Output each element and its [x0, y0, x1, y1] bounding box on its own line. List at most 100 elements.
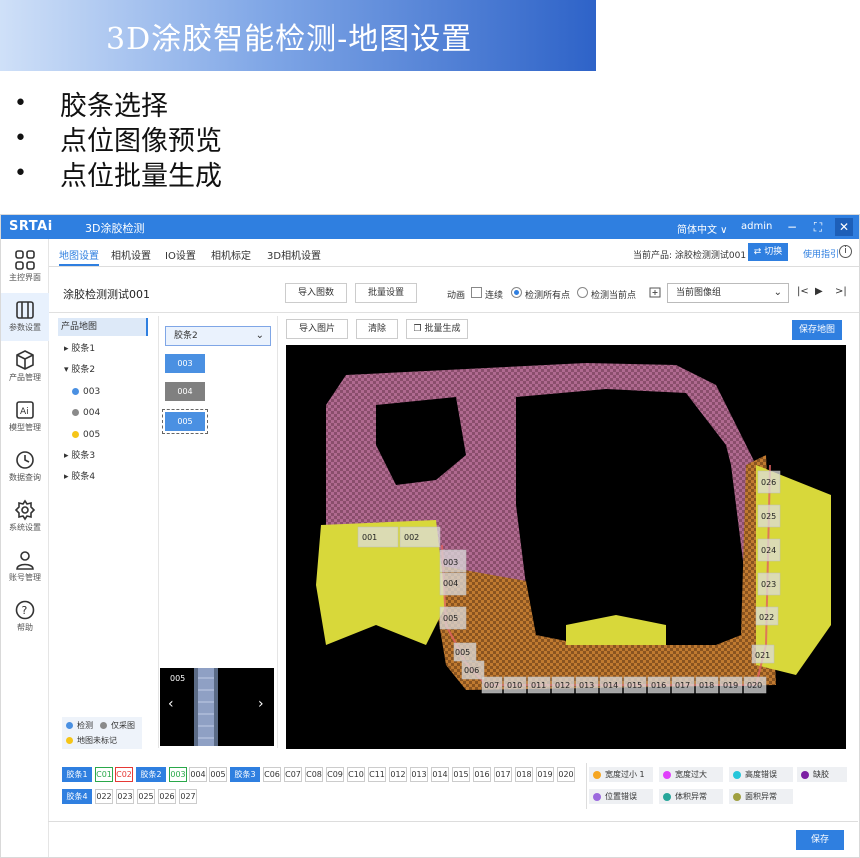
batch-generate-button[interactable]: ❐ 批量生成: [406, 319, 468, 339]
point-label[interactable]: 013: [579, 681, 594, 690]
map-canvas[interactable]: 001 002 003 004 005 005 006 007 010 011 …: [286, 345, 846, 749]
sidebar-item-models[interactable]: Ai 模型管理: [1, 393, 49, 441]
defect-type[interactable]: 位置错误: [589, 789, 653, 804]
save-button[interactable]: 保存: [796, 830, 844, 850]
point-chip[interactable]: 022: [95, 789, 113, 804]
close-icon[interactable]: ✕: [835, 218, 853, 236]
point-label[interactable]: 024: [761, 546, 776, 555]
sidebar-item-home[interactable]: 主控界面: [1, 243, 49, 291]
tree-item-strip3[interactable]: ▸ 胶条3: [64, 447, 95, 465]
info-icon[interactable]: i: [839, 245, 852, 258]
point-label[interactable]: 005: [443, 614, 458, 623]
save-map-button[interactable]: 保存地图: [792, 320, 842, 340]
group-chip[interactable]: 胶条1: [62, 767, 92, 782]
point-chip[interactable]: 004: [189, 767, 207, 782]
point-label[interactable]: 015: [627, 681, 642, 690]
tree-item-strip4[interactable]: ▸ 胶条4: [64, 468, 95, 486]
point-chip[interactable]: 027: [179, 789, 197, 804]
batch-settings-button[interactable]: 批量设置: [355, 283, 417, 303]
tree-item-point[interactable]: 003: [72, 383, 100, 401]
point-chip[interactable]: 005: [209, 767, 227, 782]
point-label[interactable]: 025: [761, 512, 776, 521]
group-chip[interactable]: 胶条3: [230, 767, 260, 782]
point-chip[interactable]: 016: [473, 767, 491, 782]
tree-item-strip2[interactable]: ▾ 胶条2: [64, 361, 95, 379]
point-button[interactable]: 003: [165, 354, 205, 373]
sidebar-item-help[interactable]: ? 帮助: [1, 593, 49, 641]
tab-io-settings[interactable]: IO设置: [165, 247, 196, 262]
group-chip[interactable]: 胶条2: [136, 767, 166, 782]
point-label[interactable]: 001: [362, 533, 377, 542]
detect-all-radio[interactable]: [511, 287, 522, 298]
language-select[interactable]: 简体中文 ∨: [677, 221, 728, 236]
point-chip[interactable]: 018: [515, 767, 533, 782]
user-name[interactable]: admin: [741, 221, 772, 232]
point-button[interactable]: 004: [165, 382, 205, 401]
last-frame-icon[interactable]: >|: [835, 286, 847, 297]
sidebar-item-system[interactable]: 系统设置: [1, 493, 49, 541]
point-label[interactable]: 003: [443, 558, 458, 567]
folder-add-icon[interactable]: [649, 286, 661, 298]
switch-product-button[interactable]: ⇄ 切换: [748, 243, 788, 261]
strip-select[interactable]: 胶条2 ⌄: [165, 326, 271, 346]
sidebar-item-accounts[interactable]: 账号管理: [1, 543, 49, 591]
point-chip[interactable]: 023: [116, 789, 134, 804]
point-chip[interactable]: C01: [95, 767, 113, 782]
clear-button[interactable]: 清除: [356, 319, 398, 339]
image-group-select[interactable]: 当前图像组 ⌄: [667, 283, 789, 303]
maximize-icon[interactable]: ⛶: [809, 218, 827, 236]
point-chip[interactable]: 013: [410, 767, 428, 782]
point-chip[interactable]: C09: [326, 767, 344, 782]
point-chip[interactable]: C11: [368, 767, 386, 782]
tree-item-point[interactable]: 004: [72, 404, 100, 422]
defect-type[interactable]: 面积异常: [729, 789, 793, 804]
point-label[interactable]: 005: [455, 648, 470, 657]
detect-current-radio[interactable]: [577, 287, 588, 298]
defect-type[interactable]: 高度错误: [729, 767, 793, 782]
point-chip[interactable]: 014: [431, 767, 449, 782]
usage-guide-link[interactable]: 使用指引: [803, 247, 839, 260]
continuous-checkbox[interactable]: [471, 287, 482, 298]
point-chip[interactable]: 019: [536, 767, 554, 782]
defect-type[interactable]: 体积异常: [659, 789, 723, 804]
point-label[interactable]: 012: [555, 681, 570, 690]
point-label[interactable]: 018: [699, 681, 714, 690]
point-label[interactable]: 020: [747, 681, 762, 690]
point-label[interactable]: 026: [761, 478, 776, 487]
point-label[interactable]: 021: [755, 651, 770, 660]
point-chip[interactable]: 020: [557, 767, 575, 782]
point-label[interactable]: 014: [603, 681, 618, 690]
point-image-preview[interactable]: 005 ‹ ›: [160, 668, 274, 746]
defect-type[interactable]: 宽度过小 1: [589, 767, 653, 782]
tab-3d-camera-settings[interactable]: 3D相机设置: [267, 247, 321, 262]
minimize-icon[interactable]: −: [783, 218, 801, 236]
point-chip[interactable]: C10: [347, 767, 365, 782]
next-image-icon[interactable]: ›: [258, 696, 264, 712]
prev-image-icon[interactable]: ‹: [168, 696, 174, 712]
point-chip[interactable]: 025: [137, 789, 155, 804]
import-image-button[interactable]: 导入图片: [286, 319, 348, 339]
first-frame-icon[interactable]: |<: [797, 286, 809, 297]
point-label[interactable]: 017: [675, 681, 690, 690]
tab-camera-settings[interactable]: 相机设置: [111, 247, 151, 262]
sidebar-item-params[interactable]: 参数设置: [1, 293, 49, 341]
point-chip[interactable]: 015: [452, 767, 470, 782]
point-chip[interactable]: 026: [158, 789, 176, 804]
point-chip[interactable]: C06: [263, 767, 281, 782]
defect-type[interactable]: 宽度过大: [659, 767, 723, 782]
point-label[interactable]: 007: [484, 681, 499, 690]
point-chip[interactable]: C07: [284, 767, 302, 782]
defect-type[interactable]: 缺胶: [797, 767, 847, 782]
point-label[interactable]: 019: [723, 681, 738, 690]
tree-item-point[interactable]: 005: [72, 426, 100, 444]
tab-map-settings[interactable]: 地图设置: [59, 247, 99, 266]
tree-root[interactable]: 产品地图: [58, 318, 148, 336]
group-chip[interactable]: 胶条4: [62, 789, 92, 804]
point-label[interactable]: 002: [404, 533, 419, 542]
tree-item-strip1[interactable]: ▸ 胶条1: [64, 340, 95, 358]
point-label[interactable]: 022: [759, 613, 774, 622]
point-chip[interactable]: 003: [169, 767, 187, 782]
point-label[interactable]: 011: [531, 681, 546, 690]
play-icon[interactable]: ▶: [815, 286, 823, 297]
sidebar-item-data[interactable]: 数据查询: [1, 443, 49, 491]
